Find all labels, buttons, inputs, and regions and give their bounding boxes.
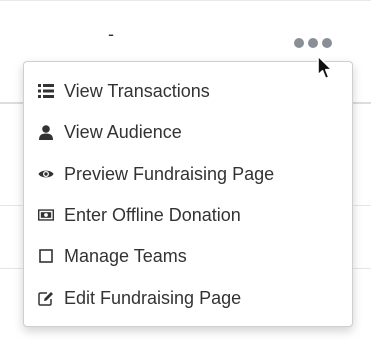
list-icon bbox=[38, 83, 54, 99]
menu-item-label: Preview Fundraising Page bbox=[64, 163, 275, 184]
dot-icon bbox=[294, 38, 304, 48]
user-icon bbox=[38, 124, 54, 140]
actions-dropdown-menu: View Transactions View Audience Preview … bbox=[23, 61, 353, 327]
money-icon bbox=[38, 207, 54, 223]
edit-icon bbox=[38, 290, 54, 306]
menu-item-label: View Transactions bbox=[64, 80, 210, 101]
background-divider bbox=[0, 0, 371, 1]
menu-item-label: View Audience bbox=[64, 121, 182, 142]
eye-icon bbox=[38, 166, 54, 182]
more-actions-button[interactable] bbox=[294, 36, 338, 50]
dot-icon bbox=[322, 38, 332, 48]
menu-item-enter-offline-donation[interactable]: Enter Offline Donation bbox=[38, 198, 346, 232]
mouse-cursor-icon bbox=[317, 55, 333, 80]
menu-item-label: Edit Fundraising Page bbox=[64, 287, 242, 308]
menu-item-view-audience[interactable]: View Audience bbox=[38, 115, 346, 149]
menu-item-view-transactions[interactable]: View Transactions bbox=[38, 74, 346, 108]
square-outline-icon bbox=[38, 248, 54, 264]
menu-item-manage-teams[interactable]: Manage Teams bbox=[38, 239, 346, 273]
value-dash: - bbox=[108, 24, 114, 44]
menu-item-label: Enter Offline Donation bbox=[64, 204, 241, 225]
menu-item-label: Manage Teams bbox=[64, 245, 187, 266]
menu-item-edit-fundraising-page[interactable]: Edit Fundraising Page bbox=[38, 281, 346, 315]
menu-item-preview-fundraising-page[interactable]: Preview Fundraising Page bbox=[38, 157, 346, 191]
dot-icon bbox=[308, 38, 318, 48]
